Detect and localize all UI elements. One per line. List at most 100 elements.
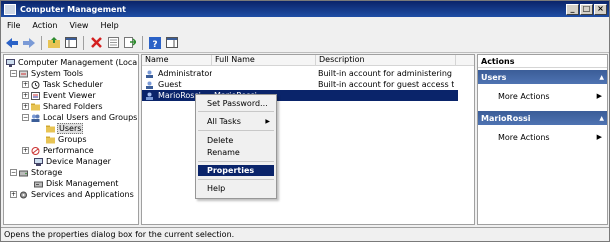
list-row-guest[interactable]: Guest Built-in account for guest access … [142,79,458,90]
computer-icon [6,58,15,67]
action-label: More Actions [498,132,550,142]
tree-item-local-users-and-groups[interactable]: − Local Users and Groups [22,112,138,123]
collapse-arrow-icon: ▲ [599,114,604,122]
tree-item-groups[interactable]: Groups [46,134,88,145]
column-header-description[interactable]: Description [316,55,456,65]
menu-action[interactable]: Action [26,21,63,30]
tree-item-device-manager[interactable]: Device Manager [34,156,112,167]
forward-arrow-icon [23,37,35,48]
status-bar: Opens the properties dialog box for the … [1,227,609,241]
expand-toggle[interactable]: + [10,191,17,198]
column-header-name[interactable]: Name [142,55,212,65]
export-list-icon [124,37,136,48]
actions-title: Actions [478,55,607,68]
minimize-button[interactable]: _ [566,3,579,15]
section-label: MarioRossi [481,113,531,123]
tree-item-storage[interactable]: − Storage [10,167,63,178]
toolbar: ? [1,33,609,53]
help-icon: ? [149,36,161,49]
clock-icon [31,80,40,89]
user-name: Administrator [158,69,212,78]
performance-icon [31,146,40,155]
properties-button[interactable] [106,36,120,50]
list-row-administrator[interactable]: Administrator Built-in account for admin… [142,68,458,79]
toolbar-separator [83,35,84,50]
submenu-arrow-icon: ▶ [265,118,270,125]
disk-icon [34,181,43,187]
storage-icon [19,170,28,176]
column-header-full-name[interactable]: Full Name [212,55,316,65]
back-button[interactable] [5,36,19,50]
menu-item-help[interactable]: Help [198,183,274,194]
folder-icon [46,125,55,132]
users-list-view: Name Full Name Description Administrator… [141,54,475,225]
expand-toggle[interactable]: + [22,81,29,88]
more-actions-users-link[interactable]: More Actions ▶ [478,89,607,103]
shared-folder-icon [31,103,40,110]
action-label: More Actions [498,91,550,101]
toolbar-separator [41,35,42,50]
expand-toggle[interactable]: + [22,92,29,99]
menu-item-set-password[interactable]: Set Password... [198,98,274,109]
event-viewer-icon [31,91,40,100]
services-icon [20,191,27,198]
menu-view[interactable]: View [63,21,94,30]
menu-item-rename[interactable]: Rename [198,147,274,158]
expand-toggle[interactable]: + [22,103,29,110]
menu-file[interactable]: File [1,21,26,30]
show-hide-console-tree-button[interactable] [64,36,78,50]
tree-item-performance[interactable]: + Performance [22,145,95,156]
folder-icon [46,136,55,143]
tree-item-event-viewer[interactable]: + Event Viewer [22,90,97,101]
user-icon [146,81,153,89]
expand-toggle[interactable]: + [22,147,29,154]
title-bar[interactable]: Computer Management _ □ × [1,1,609,17]
folder-up-icon [48,37,60,48]
tree-item-system-tools[interactable]: − System Tools [10,68,84,79]
console-tree: Computer Management (Local) − System Too… [3,54,139,225]
delete-x-icon [90,37,102,48]
actions-section-users[interactable]: Users ▲ [478,70,607,84]
menu-item-delete[interactable]: Delete [198,135,274,146]
more-actions-mariorossi-link[interactable]: More Actions ▶ [478,130,607,144]
tree-item-task-scheduler[interactable]: + Task Scheduler [22,79,104,90]
user-description: Built-in account for guest access to t..… [318,80,454,89]
computer-management-icon [4,3,16,15]
close-button[interactable]: × [594,3,607,15]
tree-item-users[interactable]: Users [46,123,84,134]
context-menu: Set Password... All Tasks ▶ Delete Renam… [195,94,277,199]
tree-item-shared-folders[interactable]: + Shared Folders [22,101,104,112]
up-one-level-button[interactable] [47,36,61,50]
maximize-button[interactable]: □ [580,3,593,15]
collapse-toggle[interactable]: − [10,169,17,176]
section-label: Users [481,72,507,82]
collapse-toggle[interactable]: − [22,114,29,121]
delete-button[interactable] [89,36,103,50]
menu-help[interactable]: Help [94,21,124,30]
menu-item-all-tasks[interactable]: All Tasks ▶ [198,116,274,127]
menu-separator [198,179,274,180]
show-hide-action-pane-button[interactable] [165,36,179,50]
menu-bar: File Action View Help [1,17,609,33]
submenu-arrow-icon: ▶ [596,92,602,100]
tree-item-computer-management[interactable]: Computer Management (Local) [6,57,138,68]
tree-item-services-and-applications[interactable]: + Services and Applications [10,189,135,200]
actions-section-mariorossi[interactable]: MarioRossi ▲ [478,111,607,125]
menu-separator [198,161,274,162]
tree-item-disk-management[interactable]: Disk Management [34,178,119,189]
collapse-toggle[interactable]: − [10,70,17,77]
export-list-button[interactable] [123,36,137,50]
actions-pane: Actions Users ▲ More Actions ▶ MarioRoss… [477,54,608,225]
list-row-mariorossi[interactable]: MarioRossi MarioRossi [142,90,458,101]
help-button[interactable]: ? [148,36,162,50]
menu-separator [198,111,274,112]
forward-button[interactable] [22,36,36,50]
list-header: Name Full Name Description [142,55,474,66]
menu-item-properties[interactable]: Properties [198,165,274,176]
user-icon [146,70,153,78]
window-title: Computer Management [20,4,126,14]
collapse-arrow-icon: ▲ [599,73,604,81]
toolbar-separator [142,35,143,50]
console-tree-icon [65,37,77,48]
system-tools-icon [19,70,28,77]
